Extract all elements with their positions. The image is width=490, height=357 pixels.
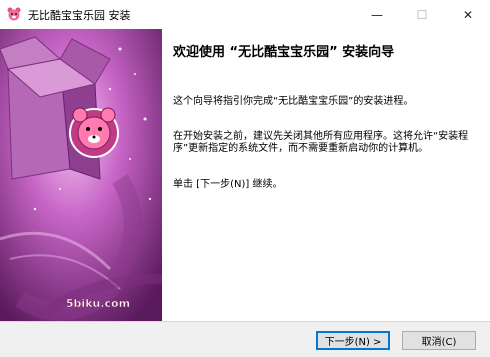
minimize-icon: — — [371, 7, 383, 22]
cancel-button[interactable]: 取消(C) — [402, 331, 476, 350]
maximize-button[interactable]: ☐ — [400, 0, 444, 29]
banner-art: 5biku.com — [0, 29, 162, 321]
close-button[interactable]: ✕ — [446, 0, 490, 29]
continue-text: 单击 [下一步(N)] 继续。 — [173, 179, 283, 190]
window-title: 无比酷宝宝乐园 安装 — [28, 9, 131, 22]
welcome-panel: 欢迎使用 “无比酷宝宝乐园” 安装向导 这个向导将指引你完成“无比酷宝宝乐园”的… — [162, 29, 490, 321]
site-logo: 5biku.com — [66, 297, 130, 310]
bear-badge — [69, 107, 119, 158]
bear-app-icon — [7, 7, 21, 21]
close-icon: ✕ — [462, 7, 474, 22]
button-bar: 下一步(N) > 取消(C) — [0, 321, 490, 357]
minimize-button[interactable]: — — [355, 0, 399, 29]
title-bar: 无比酷宝宝乐园 安装 — ☐ ✕ — [0, 0, 490, 29]
advice-text: 在开始安装之前，建议先关闭其他所有应用程序。这将允许“安装程序”更新指定的系统文… — [173, 131, 469, 154]
welcome-heading: 欢迎使用 “无比酷宝宝乐园” 安装向导 — [173, 45, 395, 60]
intro-text: 这个向导将指引你完成“无比酷宝宝乐园”的安装进程。 — [173, 96, 414, 107]
next-button[interactable]: 下一步(N) > — [316, 331, 390, 350]
wizard-banner: 5biku.com — [0, 29, 162, 321]
maximize-icon: ☐ — [416, 7, 428, 22]
